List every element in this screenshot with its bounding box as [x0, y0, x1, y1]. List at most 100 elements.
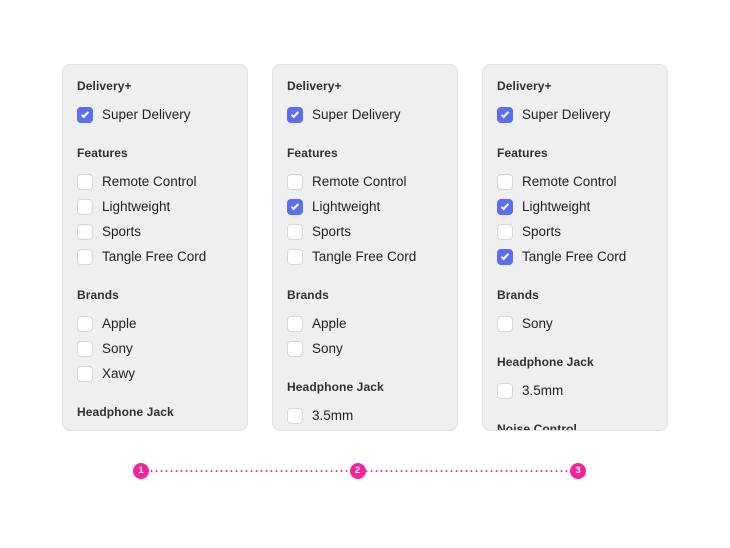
filter-panel-step-3: Delivery+ Super Delivery Features Remote Co…: [482, 64, 668, 431]
checkbox-checked-icon[interactable]: [497, 106, 513, 123]
filter-panel-step-1: Delivery+ Super Delivery Features Remote Co…: [62, 64, 248, 431]
filter-option-label: Tangle Free Cord: [102, 248, 207, 264]
filter-group-title: Brands: [287, 288, 329, 302]
filter-option-row[interactable]: Sony: [77, 336, 233, 361]
checkbox-checked-icon[interactable]: [287, 106, 303, 123]
filter-option-label: Tangle Free Cord: [312, 248, 417, 264]
filter-option-label: Remote Control: [522, 173, 617, 189]
checkbox-checked-icon[interactable]: [497, 198, 513, 215]
step-indicator: 1 2 3: [133, 463, 586, 479]
step-dot-1[interactable]: 1: [133, 463, 149, 479]
filter-option-row[interactable]: Sports: [287, 219, 443, 244]
checkbox-unchecked-icon[interactable]: [497, 382, 513, 399]
filter-option-label: Super Delivery: [522, 106, 611, 122]
checkbox-checked-icon[interactable]: [497, 248, 513, 265]
filter-group: Delivery+ Super Delivery: [63, 79, 247, 127]
filter-option-row[interactable]: Sports: [77, 219, 233, 244]
step-dot-2[interactable]: 2: [349, 463, 366, 479]
checkbox-unchecked-icon[interactable]: [77, 340, 93, 357]
filter-group: Brands Apple Sony: [273, 288, 457, 361]
filter-option-row[interactable]: Apple: [287, 311, 443, 336]
checkbox-unchecked-icon[interactable]: [497, 223, 513, 240]
panel-content: Delivery+ Super Delivery Features Remote Co…: [63, 65, 247, 420]
filter-option-label: Xawy: [102, 365, 136, 381]
filter-group: Delivery+ Super Delivery: [483, 79, 667, 127]
checkbox-unchecked-icon[interactable]: [287, 315, 303, 332]
checkbox-unchecked-icon[interactable]: [77, 248, 93, 265]
filter-option-label: Lightweight: [102, 198, 171, 214]
filter-group-title: Features: [287, 146, 338, 160]
filter-option-label: Remote Control: [102, 173, 197, 189]
checkbox-checked-icon[interactable]: [77, 106, 93, 123]
filter-group: Brands Sony: [483, 288, 667, 336]
filter-option-label: 3.5mm: [312, 407, 354, 423]
filter-group: Brands Apple Sony Xawy: [63, 288, 247, 386]
filter-option-row[interactable]: Sony: [497, 311, 653, 336]
filter-option-row[interactable]: Sports: [497, 219, 653, 244]
filter-option-label: Super Delivery: [312, 106, 401, 122]
filter-option-row[interactable]: Remote Control: [287, 169, 443, 194]
checkbox-unchecked-icon[interactable]: [287, 173, 303, 190]
filter-group: Delivery+ Super Delivery: [273, 79, 457, 127]
filter-option-label: Tangle Free Cord: [522, 248, 627, 264]
filter-option-label: Sony: [522, 315, 553, 331]
filter-option-label: Remote Control: [312, 173, 407, 189]
filter-group-title: Headphone Jack: [287, 380, 384, 394]
step-dot-3[interactable]: 3: [570, 463, 586, 479]
checkbox-unchecked-icon[interactable]: [497, 173, 513, 190]
filter-group: Headphone Jack 3.5mm: [273, 380, 457, 428]
filter-group-title: Brands: [77, 288, 119, 302]
filter-option-row[interactable]: Lightweight: [287, 194, 443, 219]
filter-group-title: Brands: [497, 288, 539, 302]
filter-group: Features Remote Control Lightweight Sports T…: [483, 146, 667, 269]
checkbox-unchecked-icon[interactable]: [77, 223, 93, 240]
filter-option-row[interactable]: Remote Control: [497, 169, 653, 194]
panel-content: Delivery+ Super Delivery Features Remote Co…: [273, 65, 457, 428]
filter-group-title: Delivery+: [287, 79, 342, 93]
filter-option-label: Lightweight: [522, 198, 591, 214]
checkbox-checked-icon[interactable]: [287, 198, 303, 215]
checkbox-unchecked-icon[interactable]: [287, 223, 303, 240]
filter-option-row[interactable]: Xawy: [77, 361, 233, 386]
filter-group-title: Features: [77, 146, 128, 160]
filter-option-label: 3.5mm: [522, 382, 564, 398]
filter-option-row[interactable]: Tangle Free Cord: [287, 244, 443, 269]
checkbox-unchecked-icon[interactable]: [77, 173, 93, 190]
filter-panels-row: Delivery+ Super Delivery Features Remote Co…: [62, 64, 668, 431]
checkbox-unchecked-icon[interactable]: [287, 248, 303, 265]
filter-option-label: Sony: [312, 340, 343, 356]
filter-option-row[interactable]: Lightweight: [77, 194, 233, 219]
checkbox-unchecked-icon[interactable]: [77, 365, 93, 382]
filter-option-label: Sony: [102, 340, 133, 356]
filter-option-row[interactable]: Sony: [287, 336, 443, 361]
filter-option-row[interactable]: Super Delivery: [77, 102, 233, 127]
filter-group-title: Delivery+: [497, 79, 552, 93]
filter-option-label: Super Delivery: [102, 106, 191, 122]
filter-group: Headphone Jack: [63, 405, 247, 420]
panel-content: Delivery+ Super Delivery Features Remote Co…: [483, 65, 667, 430]
filter-option-label: Apple: [312, 315, 347, 331]
filter-option-row[interactable]: Remote Control: [77, 169, 233, 194]
filter-option-row[interactable]: Lightweight: [497, 194, 653, 219]
filter-option-row[interactable]: Apple: [77, 311, 233, 336]
filter-option-label: Sports: [102, 223, 142, 239]
checkbox-unchecked-icon[interactable]: [497, 315, 513, 332]
filter-option-row[interactable]: Tangle Free Cord: [77, 244, 233, 269]
filter-option-label: Lightweight: [312, 198, 381, 214]
filter-option-row[interactable]: 3.5mm: [287, 403, 443, 428]
filter-option-row[interactable]: Super Delivery: [287, 102, 443, 127]
checkbox-unchecked-icon[interactable]: [287, 407, 303, 424]
filter-panel-step-2: Delivery+ Super Delivery Features Remote Co…: [272, 64, 458, 431]
filter-group: Noise Control: [483, 422, 667, 430]
filter-option-row[interactable]: Super Delivery: [497, 102, 653, 127]
filter-option-row[interactable]: 3.5mm: [497, 378, 653, 403]
filter-group: Features Remote Control Lightweight Sports T…: [273, 146, 457, 269]
filter-option-label: Sports: [312, 223, 352, 239]
filter-group-title: Features: [497, 146, 548, 160]
filter-group-title: Headphone Jack: [77, 405, 174, 419]
checkbox-unchecked-icon[interactable]: [77, 198, 93, 215]
checkbox-unchecked-icon[interactable]: [77, 315, 93, 332]
filter-option-row[interactable]: Tangle Free Cord: [497, 244, 653, 269]
checkbox-unchecked-icon[interactable]: [287, 340, 303, 357]
filter-group: Headphone Jack 3.5mm: [483, 355, 667, 403]
